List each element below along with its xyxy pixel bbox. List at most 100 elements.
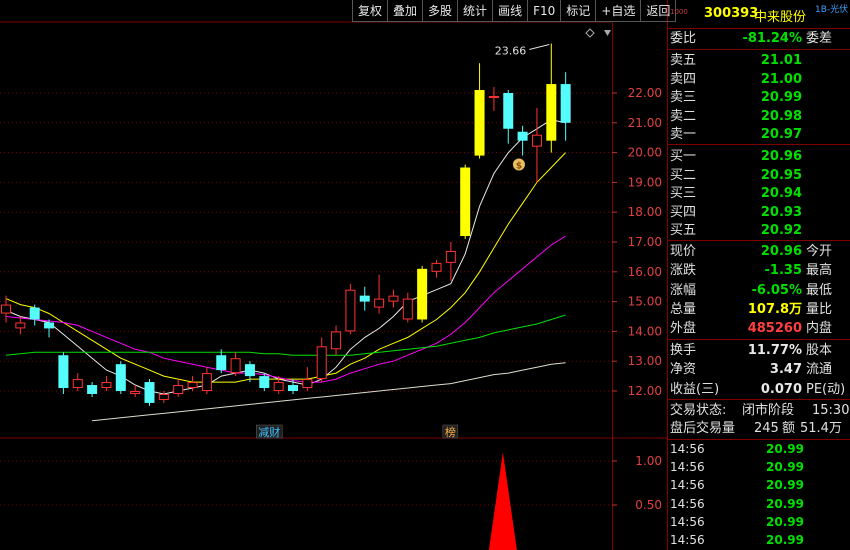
price-tick-label: 22.00 [628,86,662,100]
candle-body [87,385,98,394]
sell-level-3-value: 20.99 [760,90,802,106]
tick-row: 14:56 20.99 [668,459,850,476]
toolbar-mark-button[interactable]: 标记 [560,0,596,22]
quote-panel: 1000 300393 中来股份 1B-光伏 委比 -81.24% 委差 卖五 2… [668,0,850,550]
weibi-row: 委比 -81.24% 委差 [668,30,850,47]
price-tick-label: 17.00 [628,235,662,249]
quote-stat-value: 0.070 [760,381,802,397]
divider [668,49,850,50]
candle-body [302,379,313,389]
toolbar-stats-button[interactable]: 统计 [457,0,493,22]
toolbar-overlay-button[interactable]: 叠加 [387,0,423,22]
candle-body [44,322,55,329]
quote-stat-label2: 内盘 [806,321,833,337]
candle-body [531,134,542,147]
candle-body [431,262,442,272]
tick-row: 14:56 20.99 [668,441,850,458]
high-annotation-line [529,44,550,51]
toolbar-draw-line-button[interactable]: 画线 [492,0,528,22]
candle-body [115,364,126,391]
tick-price: 20.99 [766,460,804,475]
tick-price: 20.99 [766,478,804,493]
buy-level-4-label: 买四 [670,204,697,220]
buy-level-1-label: 买一 [670,149,697,164]
after-hours-amount: 51.4万 [800,421,842,436]
sell-level-5-value: 21.01 [760,53,802,68]
candle-body [72,379,83,389]
ma-line-ma5 [5,119,566,395]
buy-level-3-value: 20.94 [760,186,802,202]
candle-body [402,298,413,320]
buy-level-3-label: 买三 [670,186,697,202]
toolbar-multi-stock-button[interactable]: 多股 [422,0,458,22]
trade-status-time: 15:30: [812,403,850,418]
buy-level-5: 买五 20.92 [668,222,850,239]
candle-body [474,90,485,156]
buy-level-2-value: 20.95 [760,167,802,183]
after-hours-amount-label: 额 [782,421,796,436]
diamond-icon [585,28,595,38]
buy-level-4-value: 20.93 [760,204,802,220]
quote-stat-label: 收益(三) [670,381,720,397]
candle-body [546,84,557,141]
quote-stat: 涨跌 -1.35 最高 [668,262,850,279]
quote-stat-value: -1.35 [764,263,802,279]
tick-row: 14:56 20.99 [668,477,850,494]
indicator-tick-label: 1.00 [635,454,662,468]
candle-body [288,385,298,391]
candle-body [316,346,327,380]
candle-body [187,382,198,389]
price-tick-label: 14.00 [628,324,662,338]
candle-body [201,373,212,391]
ma-line-ma10 [5,152,566,383]
chart-toolbar: 复权 叠加 多股 统计 画线 F10 标记 +自选 返回 [352,0,677,22]
candle-body [517,131,528,141]
toolbar-fuquan-button[interactable]: 复权 [352,0,388,22]
tick-price: 20.99 [766,442,804,456]
weibi-label: 委比 [670,31,697,46]
candle-body [230,358,241,374]
quote-stat: 收益(三) 0.070 PE(动) [668,381,850,398]
candle-body [460,167,471,237]
candle-body [359,295,370,302]
candle-body [244,364,255,377]
event-label-text: 榜 [445,425,456,439]
quote-stat: 涨幅 -6.05% 最低 [668,282,850,299]
candle-body [259,376,270,389]
quote-stat-label: 涨幅 [670,282,697,298]
quote-stat-value: 3.47 [769,362,802,378]
candle-body [158,393,169,400]
toolbar-add-watchlist-button[interactable]: +自选 [595,0,641,22]
divider [668,144,850,145]
trade-status-label: 交易状态: [670,403,727,418]
stock-code: 300393 [704,6,759,21]
candle-body [345,289,356,332]
after-hours-label: 盘后交易量 [670,421,736,436]
buy-level-1-value: 20.96 [760,149,802,164]
quote-stat-value: 485260 [747,321,802,337]
quote-stat: 现价 20.96 今开 [668,243,850,260]
buy-level-5-label: 买五 [670,223,697,239]
price-tick-label: 12.00 [628,384,662,398]
quote-stat-label2: 股本 [806,343,833,358]
kline-chart[interactable]: 12.00 13.00 14.00 15.00 16.00 17.00 18.00 19.00… [0,0,668,550]
candle-body [488,95,499,98]
sell-level-2-value: 20.98 [760,108,802,124]
quote-stat: 总量 107.8万 量比 [668,301,850,318]
candle-body [503,93,514,129]
candle-body [144,382,155,403]
divider [668,240,850,241]
buy-level-2-label: 买二 [670,167,697,183]
tick-time: 14:56 [670,478,705,493]
buy-level-4: 买四 20.93 [668,204,850,221]
event-label-text: 减财 [258,425,280,439]
toolbar-f10-button[interactable]: F10 [527,0,561,22]
vertical-tag: 1000 [670,8,688,16]
quote-stat-label2: 最低 [806,282,833,298]
sell-level-2-label: 卖二 [670,108,697,124]
weicha-label: 委差 [806,31,833,46]
indicator-tick-label: 0.50 [635,498,662,512]
quote-stat-label2: 流通 [806,362,833,378]
quote-stat: 外盘 485260 内盘 [668,320,850,337]
quote-stat-value: 11.77% [747,343,802,358]
